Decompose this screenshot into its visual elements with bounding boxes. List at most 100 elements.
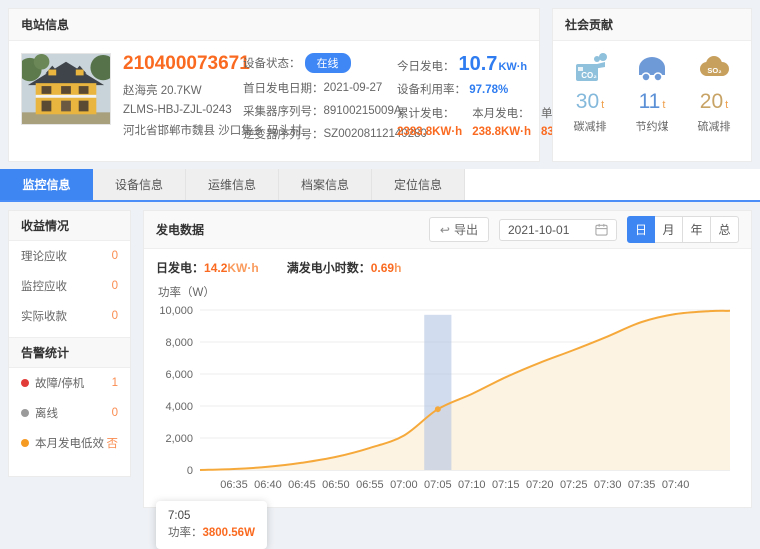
social-panel-title: 社会贡献 xyxy=(553,9,751,41)
carbon-unit: t xyxy=(601,99,604,111)
dashboard-page: 电站信息 xyxy=(0,0,760,457)
tooltip-label: 功率： xyxy=(168,527,203,539)
main-row: 收益情况 理论应收 0 监控应收 0 实际收款 0 告警统计 故障/停机 1 离… xyxy=(0,202,760,508)
alarm-row-low-efficiency: 本月发电低效 否 xyxy=(9,428,130,458)
social-body: CO₂ 30t 碳减排 11t 节约煤 xyxy=(553,41,751,144)
income-value: 0 xyxy=(112,310,118,322)
svg-text:07:25: 07:25 xyxy=(560,479,588,491)
station-info-panel: 电站信息 xyxy=(8,8,540,162)
sidebar: 收益情况 理论应收 0 监控应收 0 实际收款 0 告警统计 故障/停机 1 离… xyxy=(8,210,131,477)
svg-text:07:05: 07:05 xyxy=(424,479,452,491)
daily-gen-value: 14.2 xyxy=(204,261,227,275)
svg-text:07:20: 07:20 xyxy=(526,479,554,491)
income-label: 实际收款 xyxy=(21,308,112,324)
inverter-label: 逆变器序列号： xyxy=(243,126,324,142)
carbon-value: 30 xyxy=(576,90,599,113)
social-item-coal: 11t 节约煤 xyxy=(622,53,682,134)
svg-text:6,000: 6,000 xyxy=(165,369,193,381)
offline-dot-icon xyxy=(21,409,29,417)
income-label: 理论应收 xyxy=(21,248,112,264)
full-hours-label: 满发电小时数： xyxy=(287,261,371,275)
cumulative-gen-value: 2383.8KW·h xyxy=(397,126,462,138)
coal-value: 11 xyxy=(639,90,661,113)
date-picker[interactable] xyxy=(499,219,617,241)
sulfur-value: 20 xyxy=(700,90,723,113)
range-year-button[interactable]: 年 xyxy=(683,216,711,243)
chart-controls: ↩ 导出 日 月 xyxy=(429,216,739,243)
first-gen-date: 2021-09-27 xyxy=(324,82,383,94)
export-arrow-icon: ↩ xyxy=(440,224,450,236)
fault-dot-icon xyxy=(21,379,29,387)
station-code: ZLMS-HBJ-ZJL-0243 xyxy=(123,104,231,116)
tab-devices[interactable]: 设备信息 xyxy=(93,169,186,200)
chart-body: 日发电：14.2KW·h 满发电小时数：0.69h 功率（W） 02,0004,… xyxy=(144,249,751,507)
sulfur-unit: t xyxy=(725,99,728,111)
alarm-label: 本月发电低效 xyxy=(35,435,104,451)
alarm-value: 0 xyxy=(112,407,118,419)
carbon-label: 碳减排 xyxy=(560,118,620,134)
station-device-info: 设备状态： 在线 首日发电日期： 2021-09-27 采集器序列号： 8910… xyxy=(243,53,385,149)
alarm-row-fault: 故障/停机 1 xyxy=(9,368,130,398)
svg-text:07:35: 07:35 xyxy=(628,479,656,491)
power-chart-svg[interactable]: 02,0004,0006,0008,00010,00006:3506:4006:… xyxy=(156,302,737,498)
svg-text:07:30: 07:30 xyxy=(594,479,622,491)
alarm-row-offline: 离线 0 xyxy=(9,398,130,428)
income-value: 0 xyxy=(112,250,118,262)
station-address: 河北省邯郸市魏县 沙口集乡 码头村 xyxy=(123,122,231,138)
date-input[interactable] xyxy=(508,223,586,237)
y-axis-title: 功率（W） xyxy=(158,284,739,300)
export-button-label: 导出 xyxy=(454,221,478,238)
daily-gen-unit: KW·h xyxy=(227,261,258,275)
cumulative-gen-label: 累计发电： xyxy=(397,105,462,121)
tab-monitoring[interactable]: 监控信息 xyxy=(0,169,93,200)
full-hours-unit: h xyxy=(394,261,401,275)
svg-text:2,000: 2,000 xyxy=(165,433,193,445)
station-photo xyxy=(21,53,111,125)
svg-text:06:40: 06:40 xyxy=(254,479,282,491)
station-id: 210400073671 xyxy=(123,53,231,75)
svg-text:06:50: 06:50 xyxy=(322,479,350,491)
station-owner: 赵海亮 20.7KW xyxy=(123,82,231,98)
utilization-value: 97.78% xyxy=(469,84,508,96)
tab-operations[interactable]: 运维信息 xyxy=(186,169,279,200)
svg-text:CO₂: CO₂ xyxy=(581,71,597,80)
range-total-button[interactable]: 总 xyxy=(711,216,739,243)
online-status-badge: 在线 xyxy=(305,53,351,73)
first-gen-label: 首日发电日期： xyxy=(243,80,324,96)
range-day-button[interactable]: 日 xyxy=(627,216,655,243)
range-switcher: 日 月 年 总 xyxy=(627,216,739,243)
sulfur-value-row: 20t xyxy=(684,90,744,114)
today-gen-unit: KW·h xyxy=(498,61,527,73)
chart-title: 发电数据 xyxy=(156,221,204,238)
today-gen-value: 10.7 xyxy=(459,53,498,76)
svg-text:07:15: 07:15 xyxy=(492,479,520,491)
svg-text:07:40: 07:40 xyxy=(662,479,690,491)
tab-archives[interactable]: 档案信息 xyxy=(279,169,372,200)
income-row-monitored: 监控应收 0 xyxy=(9,271,130,301)
month-gen-label: 本月发电： xyxy=(472,105,531,121)
income-row-theoretical: 理论应收 0 xyxy=(9,241,130,271)
alarm-value: 1 xyxy=(112,377,118,389)
co2-icon: CO₂ xyxy=(571,53,609,83)
station-body: 210400073671 赵海亮 20.7KW ZLMS-HBJ-ZJL-024… xyxy=(9,41,539,161)
tooltip-time: 7:05 xyxy=(168,508,255,525)
svg-text:06:45: 06:45 xyxy=(288,479,316,491)
export-button[interactable]: ↩ 导出 xyxy=(429,217,489,242)
income-row-actual: 实际收款 0 xyxy=(9,301,130,331)
tab-location[interactable]: 定位信息 xyxy=(372,169,465,200)
chart-tooltip: 7:05 功率：3800.56W xyxy=(156,501,267,549)
low-efficiency-dot-icon xyxy=(21,439,29,447)
social-contribution-panel: 社会贡献 CO₂ 30t 碳减排 xyxy=(552,8,752,162)
svg-text:07:00: 07:00 xyxy=(390,479,418,491)
alarm-value: 否 xyxy=(107,435,119,451)
svg-text:06:35: 06:35 xyxy=(220,479,248,491)
so2-icon: SO₂ xyxy=(695,53,733,83)
income-label: 监控应收 xyxy=(21,278,112,294)
range-month-button[interactable]: 月 xyxy=(655,216,683,243)
calendar-icon xyxy=(595,223,608,236)
collector-sn: 89100215009A xyxy=(324,105,402,117)
svg-text:10,000: 10,000 xyxy=(159,305,193,317)
chart-header: 发电数据 ↩ 导出 xyxy=(144,211,751,249)
svg-text:4,000: 4,000 xyxy=(165,401,193,413)
carbon-value-row: 30t xyxy=(560,90,620,114)
